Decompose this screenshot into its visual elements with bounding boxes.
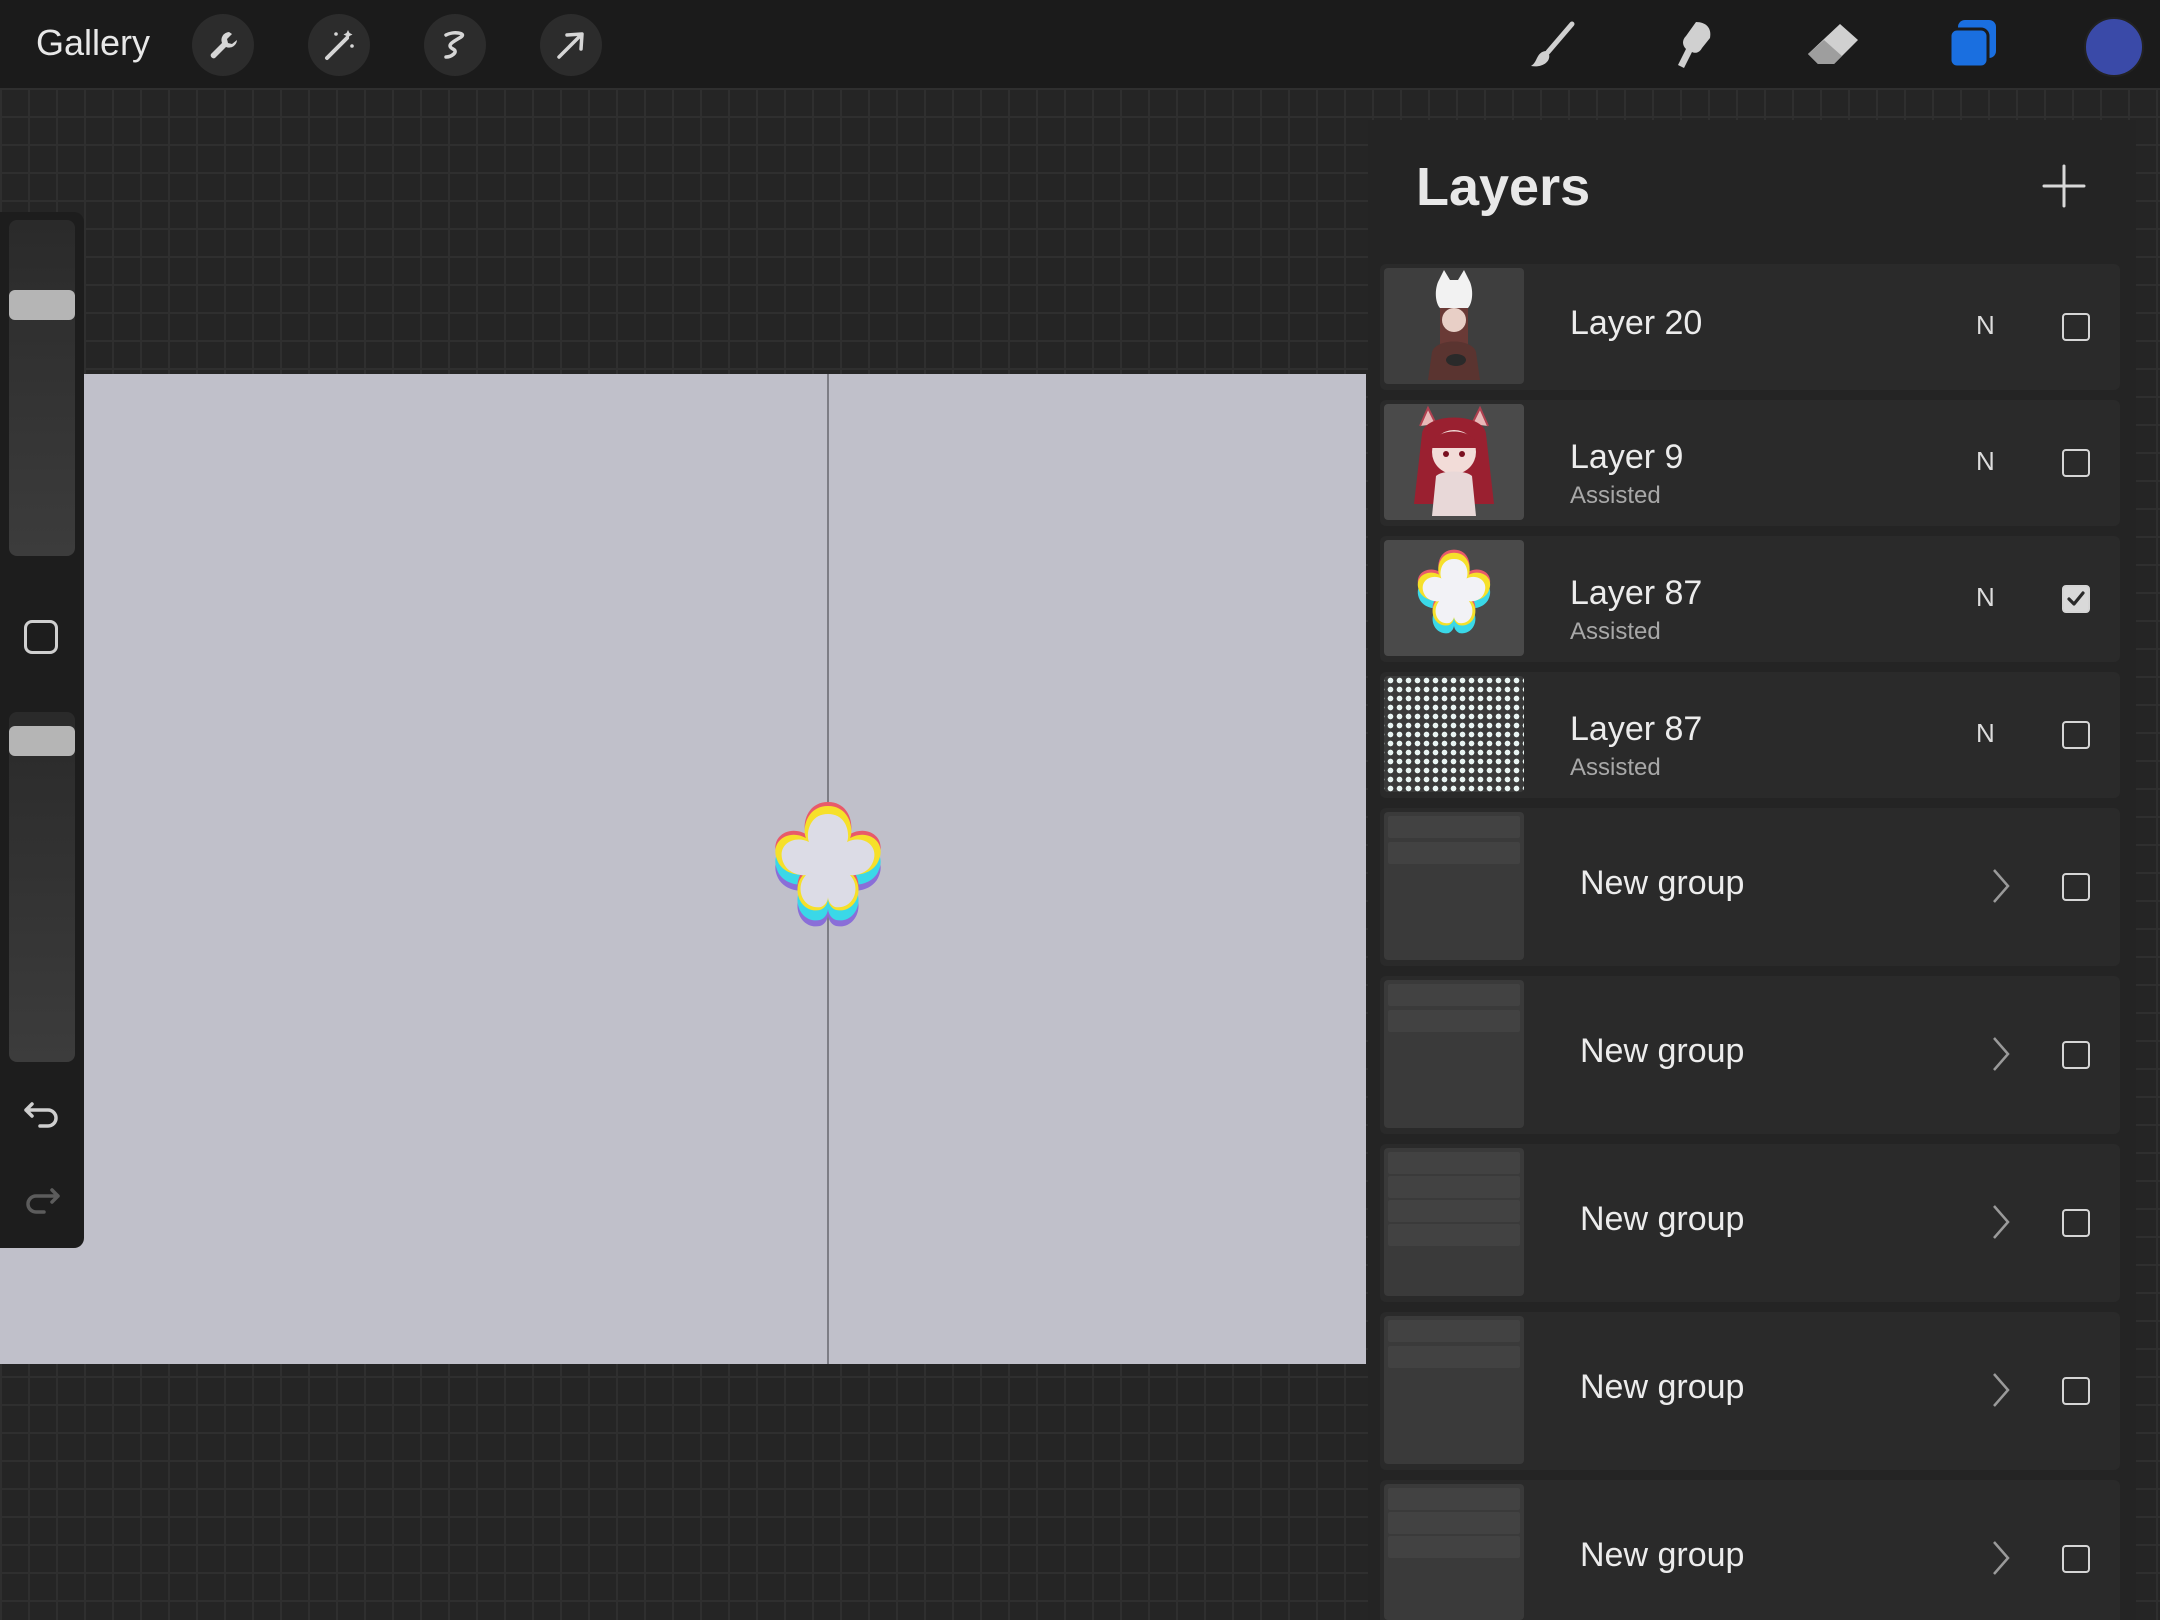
thumbnail-row xyxy=(1388,1488,1520,1510)
opacity-thumb[interactable] xyxy=(9,726,75,756)
color-picker-swatch[interactable] xyxy=(2084,17,2144,77)
thumbnail-row xyxy=(1388,1224,1520,1246)
blend-mode-button[interactable]: N xyxy=(1976,582,1995,613)
chevron-right-icon[interactable] xyxy=(1990,1034,2012,1074)
plus-icon[interactable] xyxy=(2040,162,2088,210)
group-thumbnail xyxy=(1384,980,1524,1128)
thumbnail-row xyxy=(1388,1200,1520,1222)
blend-mode-button[interactable]: N xyxy=(1976,718,1995,749)
visibility-checkbox[interactable] xyxy=(2062,1209,2090,1237)
brush-icon xyxy=(1531,21,1575,67)
rainbow-flower-artwork xyxy=(775,802,881,927)
modify-button[interactable] xyxy=(24,620,58,654)
group-name: New group xyxy=(1580,1368,1745,1406)
adjustments-button[interactable] xyxy=(308,14,370,76)
visibility-checkbox[interactable] xyxy=(2062,449,2090,477)
visibility-checkbox[interactable] xyxy=(2062,1545,2090,1573)
wrench-icon xyxy=(210,32,237,59)
panel-title: Layers xyxy=(1416,157,1591,217)
visibility-checkbox[interactable] xyxy=(2062,873,2090,901)
visibility-checkbox[interactable] xyxy=(2062,313,2090,341)
thumbnail-row xyxy=(1388,816,1520,838)
redo-icon[interactable] xyxy=(22,1178,62,1218)
transform-arrow-icon xyxy=(557,32,584,59)
layer-row[interactable]: Layer 9 Assisted N xyxy=(1380,400,2120,526)
layer-thumbnail xyxy=(1384,676,1524,792)
layers-panel: Layers Layer 20 N Layer 9 Assisted N Lay… xyxy=(1368,120,2136,1620)
visibility-checkbox[interactable] xyxy=(2062,585,2090,613)
thumbnail-row xyxy=(1388,1176,1520,1198)
layer-name: Layer 9 xyxy=(1570,438,1684,476)
thumbnail-row xyxy=(1388,1320,1520,1342)
opacity-slider[interactable] xyxy=(9,712,75,1062)
undo-icon[interactable] xyxy=(22,1092,62,1132)
group-row[interactable]: New group xyxy=(1380,808,2120,966)
layer-subtitle: Assisted xyxy=(1570,482,1661,509)
chevron-right-icon[interactable] xyxy=(1990,1370,2012,1410)
group-thumbnail xyxy=(1384,812,1524,960)
selection-button[interactable] xyxy=(424,14,486,76)
thumbnail-row xyxy=(1388,1346,1520,1368)
thumbnail-row xyxy=(1388,1536,1520,1558)
thumbnail-row xyxy=(1388,1010,1520,1032)
layer-thumbnail xyxy=(1384,268,1524,384)
drawing-canvas[interactable] xyxy=(0,374,1366,1364)
visibility-checkbox[interactable] xyxy=(2062,721,2090,749)
layer-thumbnail xyxy=(1384,540,1524,656)
eraser-icon xyxy=(1808,24,1858,64)
group-row[interactable]: New group xyxy=(1380,1480,2120,1620)
brush-tool[interactable] xyxy=(1520,12,1586,78)
layer-name: Layer 20 xyxy=(1570,304,1703,342)
layer-row[interactable]: Layer 20 N xyxy=(1380,264,2120,390)
group-name: New group xyxy=(1580,1200,1745,1238)
group-thumbnail xyxy=(1384,1484,1524,1620)
visibility-checkbox[interactable] xyxy=(2062,1041,2090,1069)
group-row[interactable]: New group xyxy=(1380,976,2120,1134)
layer-row[interactable]: Layer 87 Assisted N xyxy=(1380,672,2120,798)
smudge-tool[interactable] xyxy=(1660,12,1726,78)
group-name: New group xyxy=(1580,864,1745,902)
blend-mode-button[interactable]: N xyxy=(1976,446,1995,477)
actions-button[interactable] xyxy=(192,14,254,76)
blend-mode-button[interactable]: N xyxy=(1976,310,1995,341)
chevron-right-icon[interactable] xyxy=(1990,1538,2012,1578)
thumbnail-row xyxy=(1388,1512,1520,1534)
visibility-checkbox[interactable] xyxy=(2062,1377,2090,1405)
group-row[interactable]: New group xyxy=(1380,1312,2120,1470)
thumbnail-row xyxy=(1388,842,1520,864)
layer-subtitle: Assisted xyxy=(1570,754,1661,781)
group-name: New group xyxy=(1580,1032,1745,1070)
brush-size-slider[interactable] xyxy=(9,220,75,556)
chevron-right-icon[interactable] xyxy=(1990,1202,2012,1242)
layer-name: Layer 87 xyxy=(1570,710,1703,748)
check-icon xyxy=(2067,591,2085,606)
layer-thumbnail xyxy=(1384,404,1524,520)
gallery-button[interactable]: Gallery xyxy=(36,22,150,64)
layers-tool[interactable] xyxy=(1940,12,2006,78)
selection-icon xyxy=(444,31,465,59)
transform-button[interactable] xyxy=(540,14,602,76)
brush-size-thumb[interactable] xyxy=(9,290,75,320)
layer-name: Layer 87 xyxy=(1570,574,1703,612)
left-sidebar xyxy=(0,212,84,1248)
group-thumbnail xyxy=(1384,1148,1524,1296)
group-row[interactable]: New group xyxy=(1380,1144,2120,1302)
smudge-icon xyxy=(1678,22,1711,68)
layer-row[interactable]: Layer 87 Assisted N xyxy=(1380,536,2120,662)
top-toolbar: Gallery xyxy=(0,0,2160,88)
eraser-tool[interactable] xyxy=(1800,12,1866,78)
magic-wand-icon xyxy=(325,30,354,60)
group-name: New group xyxy=(1580,1536,1745,1574)
group-thumbnail xyxy=(1384,1316,1524,1464)
thumbnail-row xyxy=(1388,1152,1520,1174)
layer-subtitle: Assisted xyxy=(1570,618,1661,645)
layers-icon xyxy=(1948,20,1996,69)
thumbnail-row xyxy=(1388,984,1520,1006)
chevron-right-icon[interactable] xyxy=(1990,866,2012,906)
